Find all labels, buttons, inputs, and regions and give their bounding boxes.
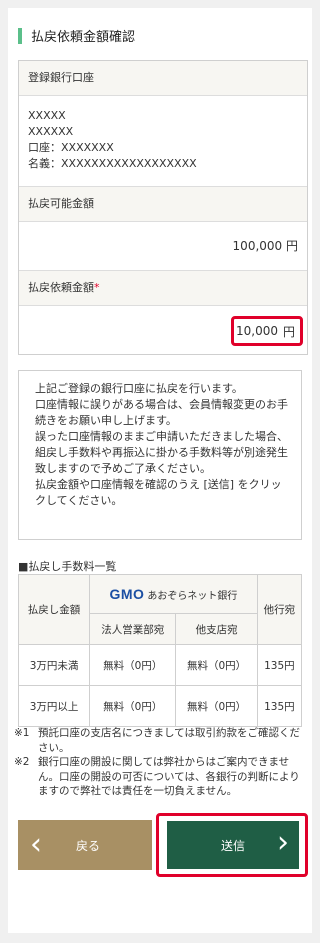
request-amount-label: 払戻依頼金額: [28, 281, 94, 294]
fee-cell-corporate: 無料（0円）: [89, 644, 177, 686]
footnote-mark: ※1: [14, 727, 30, 739]
request-amount-row: 10,000 円: [19, 306, 307, 354]
footnotes: ※1 預託口座の支店名につきましては取引約款をご確認ください。 ※2 銀行口座の…: [14, 726, 310, 799]
fee-table: 払戻し金額 GMO あおぞらネット銀行 他行宛 法人営業部宛 他支店宛 3万円未…: [17, 574, 303, 727]
back-button-label: 戻る: [76, 838, 101, 853]
fee-cell-other-branch: 無料（0円）: [175, 644, 258, 686]
request-amount-value: 10,000: [235, 324, 278, 338]
page: 払戻依頼金額確認 登録銀行口座 XXXXX XXXXXX 口座：XXXXXXX …: [8, 8, 312, 933]
page-title: 払戻依頼金額確認: [31, 30, 136, 45]
notice-line: 誤った口座情報のままご申請いただきました場合、組戻し手数料や再振込に掛かる手数料…: [35, 430, 288, 475]
notice-line: 口座情報に誤りがある場合は、会員情報変更のお手続きをお願い申し上げます。: [35, 398, 288, 427]
footnote-1: ※1 預託口座の支店名につきましては取引約款をご確認ください。: [14, 726, 310, 755]
fee-cell-other-branch: 無料（0円）: [175, 685, 258, 727]
required-mark: *: [94, 281, 100, 294]
branch-name: XXXXXX: [28, 125, 74, 138]
chevron-left-icon: ‹: [30, 827, 42, 862]
col-header-other-branch: 他支店宛: [175, 613, 258, 645]
request-amount-unit: 円: [282, 324, 295, 339]
fee-cell-amount: 3万円未満: [17, 644, 91, 686]
notice-line: 上記ご登録の銀行口座に払戻を行います。: [35, 382, 243, 395]
col-header-corporate: 法人営業部宛: [89, 613, 177, 645]
notice-line: 払戻金額や口座情報を確認のうえ [送信] をクリックしてください。: [35, 478, 282, 507]
send-button-highlight: 送信 ›: [156, 813, 308, 877]
footnote-text: 銀行口座の開設に関しては弊社からはご案内できません。口座の開設の可否については、…: [38, 756, 300, 797]
bank-name: XXXXX: [28, 109, 66, 122]
account-number: 口座：XXXXXXX: [28, 141, 114, 154]
chevron-right-icon: ›: [277, 825, 289, 860]
notice-box: 上記ご登録の銀行口座に払戻を行います。 口座情報に誤りがある場合は、会員情報変更…: [18, 370, 302, 540]
bank-account-label: 登録銀行口座: [19, 61, 307, 96]
fee-cell-amount: 3万円以上: [17, 685, 91, 727]
available-amount-label: 払戻可能金額: [19, 187, 307, 222]
table-row: 3万円以上 無料（0円） 無料（0円） 135円: [17, 685, 303, 727]
gmo-aozora-logo: GMO あおぞらネット銀行: [91, 586, 256, 602]
title-accent-bar: [18, 27, 22, 44]
gmo-bank-name: あおぞらネット銀行: [147, 590, 238, 602]
fee-cell-other-bank: 135円: [256, 644, 303, 686]
back-button[interactable]: ‹ 戻る: [18, 820, 152, 870]
account-holder: 名義：XXXXXXXXXXXXXXXXXX: [28, 157, 197, 170]
col-header-other-bank: 他行宛: [256, 574, 303, 645]
available-amount-value: 100,000 円: [19, 222, 307, 271]
table-row: 3万円未満 無料（0円） 無料（0円） 135円: [17, 644, 303, 686]
fee-table-heading: ■払戻し手数料一覧: [18, 560, 117, 573]
footnote-2: ※2 銀行口座の開設に関しては弊社からはご案内できません。口座の開設の可否につい…: [14, 755, 310, 799]
send-button-label: 送信: [220, 838, 245, 853]
col-header-amount: 払戻し金額: [17, 574, 91, 645]
footnote-text: 預託口座の支店名につきましては取引約款をご確認ください。: [38, 727, 300, 754]
fee-cell-other-bank: 135円: [256, 685, 303, 727]
request-amount-label-row: 払戻依頼金額*: [19, 271, 307, 306]
fee-cell-corporate: 無料（0円）: [89, 685, 177, 727]
section-title: 払戻依頼金額確認: [18, 26, 135, 45]
col-header-bank: GMO あおぞらネット銀行: [89, 574, 258, 614]
footnote-mark: ※2: [14, 756, 30, 768]
gmo-logo-mark: GMO: [109, 586, 145, 602]
bank-account-details: XXXXX XXXXXX 口座：XXXXXXX 名義：XXXXXXXXXXXXX…: [19, 96, 307, 187]
request-amount-field[interactable]: 10,000 円: [231, 316, 303, 346]
send-button[interactable]: 送信 ›: [167, 821, 299, 869]
withdrawal-info-box: 登録銀行口座 XXXXX XXXXXX 口座：XXXXXXX 名義：XXXXXX…: [18, 60, 308, 355]
